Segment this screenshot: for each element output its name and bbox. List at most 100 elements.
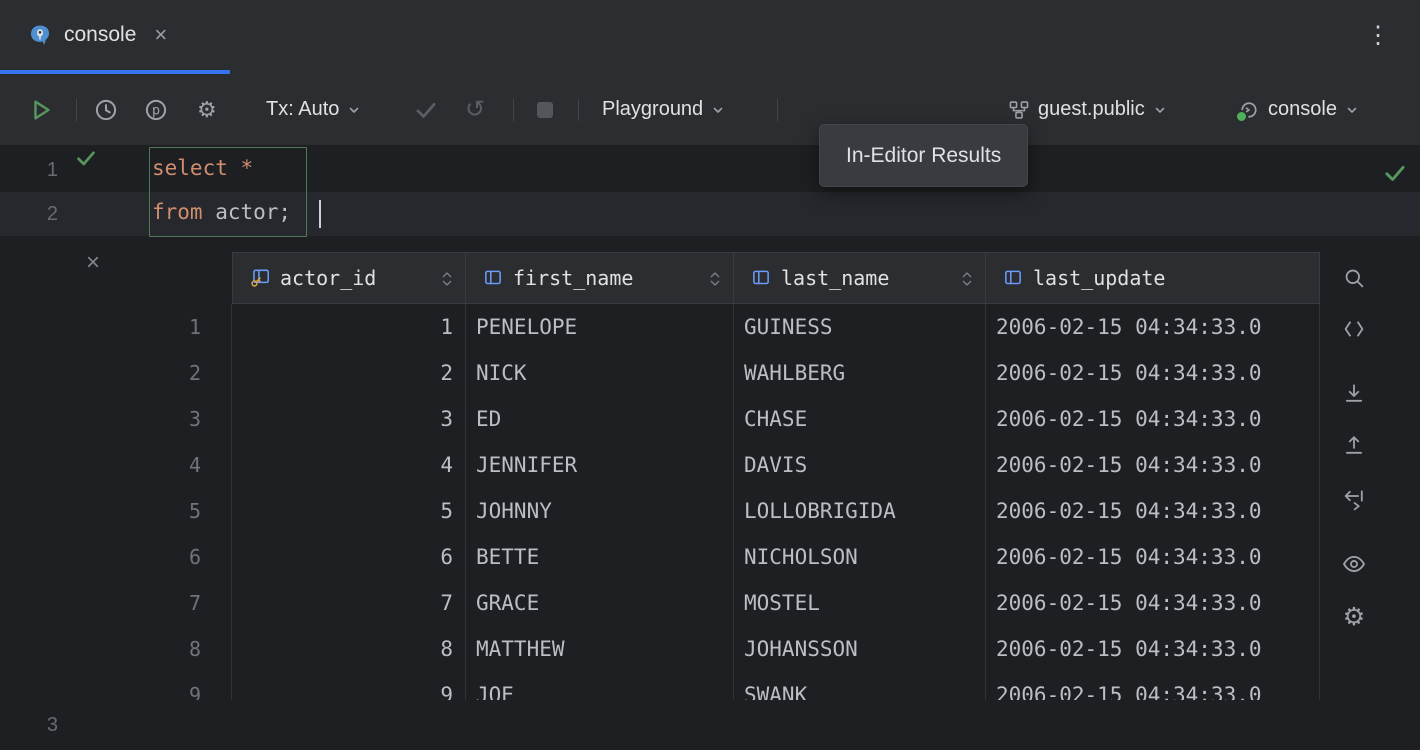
row-number[interactable]: 1 bbox=[150, 304, 232, 350]
code-line-1[interactable]: select * bbox=[152, 156, 253, 180]
sort-icon[interactable] bbox=[441, 270, 453, 288]
table-row[interactable]: 99JOESWANK2006-02-15 04:34:33.0 bbox=[150, 672, 1320, 700]
table-row[interactable]: 88MATTHEWJOHANSSON2006-02-15 04:34:33.0 bbox=[150, 626, 1320, 672]
cell-first-name[interactable]: JOE bbox=[466, 672, 734, 700]
cell-last-name[interactable]: LOLLOBRIGIDA bbox=[734, 488, 986, 534]
cell-last-name[interactable]: DAVIS bbox=[734, 442, 986, 488]
column-header-actor-id[interactable]: actor_id bbox=[232, 252, 466, 304]
cell-last-update[interactable]: 2006-02-15 04:34:33.0 bbox=[986, 350, 1320, 396]
console-toolbar: p ⚙ Tx: Auto ↺ Playground guest.public bbox=[0, 74, 1420, 145]
cell-actor-id[interactable]: 4 bbox=[232, 442, 466, 488]
cell-actor-id[interactable]: 6 bbox=[232, 534, 466, 580]
tx-mode-label: Tx: Auto bbox=[266, 98, 339, 121]
cell-first-name[interactable]: PENELOPE bbox=[466, 304, 734, 350]
cell-last-name[interactable]: GUINESS bbox=[734, 304, 986, 350]
column-header-last-update[interactable]: last_update bbox=[986, 252, 1320, 304]
cell-first-name[interactable]: NICK bbox=[466, 350, 734, 396]
cell-last-update[interactable]: 2006-02-15 04:34:33.0 bbox=[986, 488, 1320, 534]
search-icon[interactable] bbox=[1338, 262, 1370, 294]
row-number[interactable]: 4 bbox=[150, 442, 232, 488]
table-row[interactable]: 77GRACEMOSTEL2006-02-15 04:34:33.0 bbox=[150, 580, 1320, 626]
cell-first-name[interactable]: GRACE bbox=[466, 580, 734, 626]
console-session-icon bbox=[1238, 99, 1260, 121]
cell-last-name[interactable]: MOSTEL bbox=[734, 580, 986, 626]
row-number[interactable]: 3 bbox=[150, 396, 232, 442]
cell-actor-id[interactable]: 5 bbox=[232, 488, 466, 534]
table-row[interactable]: 11PENELOPEGUINESS2006-02-15 04:34:33.0 bbox=[150, 304, 1320, 350]
cell-last-update[interactable]: 2006-02-15 04:34:33.0 bbox=[986, 672, 1320, 700]
row-number[interactable]: 6 bbox=[150, 534, 232, 580]
cell-first-name[interactable]: JOHNNY bbox=[466, 488, 734, 534]
header-gutter bbox=[150, 252, 232, 304]
column-header-last-name[interactable]: last_name bbox=[734, 252, 986, 304]
row-number[interactable]: 7 bbox=[150, 580, 232, 626]
cell-actor-id[interactable]: 3 bbox=[232, 396, 466, 442]
row-number[interactable]: 8 bbox=[150, 626, 232, 672]
cell-first-name[interactable]: BETTE bbox=[466, 534, 734, 580]
cell-actor-id[interactable]: 9 bbox=[232, 672, 466, 700]
table-row[interactable]: 33EDCHASE2006-02-15 04:34:33.0 bbox=[150, 396, 1320, 442]
stop-button[interactable] bbox=[537, 74, 553, 145]
cell-last-update[interactable]: 2006-02-15 04:34:33.0 bbox=[986, 580, 1320, 626]
column-icon bbox=[482, 267, 504, 289]
run-button[interactable] bbox=[28, 74, 54, 145]
postgresql-icon bbox=[28, 23, 52, 47]
line-number: 2 bbox=[40, 203, 58, 226]
column-label: last_update bbox=[1033, 266, 1165, 290]
cell-last-update[interactable]: 2006-02-15 04:34:33.0 bbox=[986, 626, 1320, 672]
jdbc-settings-icon[interactable]: ⚙ bbox=[197, 74, 217, 145]
table-row[interactable]: 44JENNIFERDAVIS2006-02-15 04:34:33.0 bbox=[150, 442, 1320, 488]
more-options-icon[interactable]: ⋮ bbox=[1366, 24, 1390, 48]
row-number[interactable]: 5 bbox=[150, 488, 232, 534]
results-side-toolbar: ⚙ bbox=[1334, 252, 1374, 672]
toolbar-separator bbox=[513, 99, 514, 121]
toolbar-separator bbox=[578, 99, 579, 121]
rollback-icon[interactable]: ↺ bbox=[465, 74, 485, 145]
grid-settings-icon[interactable]: ⚙ bbox=[1338, 601, 1370, 633]
preview-eye-icon[interactable] bbox=[1338, 548, 1370, 580]
table-row[interactable]: 22NICKWAHLBERG2006-02-15 04:34:33.0 bbox=[150, 350, 1320, 396]
cell-last-update[interactable]: 2006-02-15 04:34:33.0 bbox=[986, 396, 1320, 442]
tooltip-text: In-Editor Results bbox=[846, 144, 1001, 168]
cell-first-name[interactable]: JENNIFER bbox=[466, 442, 734, 488]
tab-console[interactable]: console × bbox=[0, 0, 230, 70]
cell-last-update[interactable]: 2006-02-15 04:34:33.0 bbox=[986, 442, 1320, 488]
cell-actor-id[interactable]: 1 bbox=[232, 304, 466, 350]
schema-selector[interactable]: guest.public bbox=[1008, 74, 1167, 145]
row-number[interactable]: 2 bbox=[150, 350, 232, 396]
cell-actor-id[interactable]: 2 bbox=[232, 350, 466, 396]
table-row[interactable]: 55JOHNNYLOLLOBRIGIDA2006-02-15 04:34:33.… bbox=[150, 488, 1320, 534]
cell-last-name[interactable]: JOHANSSON bbox=[734, 626, 986, 672]
cell-first-name[interactable]: ED bbox=[466, 396, 734, 442]
tx-mode-dropdown[interactable]: Tx: Auto bbox=[266, 74, 361, 145]
jump-to-editor-icon[interactable] bbox=[1338, 483, 1370, 515]
cell-last-update[interactable]: 2006-02-15 04:34:33.0 bbox=[986, 304, 1320, 350]
close-results-icon[interactable]: × bbox=[86, 251, 100, 275]
cell-actor-id[interactable]: 7 bbox=[232, 580, 466, 626]
sort-icon[interactable] bbox=[961, 270, 973, 288]
toolbar-separator bbox=[76, 99, 77, 121]
session-selector[interactable]: console bbox=[1238, 74, 1359, 145]
table-row[interactable]: 66BETTENICHOLSON2006-02-15 04:34:33.0 bbox=[150, 534, 1320, 580]
playground-dropdown[interactable]: Playground bbox=[602, 74, 725, 145]
export-data-icon[interactable] bbox=[1338, 377, 1370, 409]
commit-icon[interactable] bbox=[413, 74, 439, 145]
cell-first-name[interactable]: MATTHEW bbox=[466, 626, 734, 672]
tab-close-icon[interactable]: × bbox=[154, 24, 167, 46]
column-header-first-name[interactable]: first_name bbox=[466, 252, 734, 304]
view-brackets-icon[interactable] bbox=[1338, 313, 1370, 345]
cell-last-name[interactable]: CHASE bbox=[734, 396, 986, 442]
import-data-icon[interactable] bbox=[1338, 429, 1370, 461]
code-line-2[interactable]: from actor; bbox=[152, 200, 291, 224]
cell-actor-id[interactable]: 8 bbox=[232, 626, 466, 672]
profiler-icon[interactable]: p bbox=[143, 74, 169, 145]
cell-last-name[interactable]: SWANK bbox=[734, 672, 986, 700]
cell-last-update[interactable]: 2006-02-15 04:34:33.0 bbox=[986, 534, 1320, 580]
cell-last-name[interactable]: WAHLBERG bbox=[734, 350, 986, 396]
cell-last-name[interactable]: NICHOLSON bbox=[734, 534, 986, 580]
playground-label: Playground bbox=[602, 98, 703, 121]
sort-icon[interactable] bbox=[709, 270, 721, 288]
history-icon[interactable] bbox=[93, 74, 119, 145]
row-number[interactable]: 9 bbox=[150, 672, 232, 700]
column-label: first_name bbox=[513, 266, 633, 290]
